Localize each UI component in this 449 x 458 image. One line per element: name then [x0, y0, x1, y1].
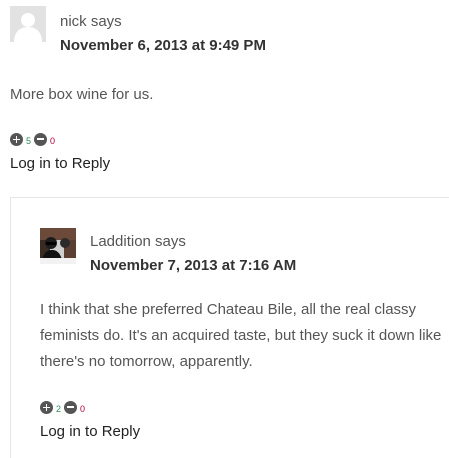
- comment-author: Laddition says: [90, 233, 186, 250]
- vote-controls: 2 0: [40, 399, 85, 415]
- avatar-photo: [40, 228, 76, 264]
- comment-text: I think that she preferred Chateau Bile,…: [40, 301, 442, 370]
- vote-up-count: 5: [26, 135, 32, 146]
- user-photo-icon: [40, 228, 76, 264]
- thumbs-down-icon[interactable]: [34, 132, 48, 146]
- thumbs-down-icon[interactable]: [64, 400, 78, 414]
- login-to-reply-link[interactable]: Log in to Reply: [10, 155, 110, 172]
- vote-down-count: 0: [50, 135, 56, 146]
- default-user-icon: [10, 6, 46, 42]
- thumbs-up-icon[interactable]: [10, 132, 23, 146]
- vote-controls: 5 0: [10, 131, 55, 147]
- vote-down-count: 0: [80, 403, 86, 414]
- avatar-default: [10, 6, 46, 42]
- thumbs-up-icon[interactable]: [40, 400, 53, 414]
- vote-up-count: 2: [56, 403, 62, 414]
- comment-author: nick says: [60, 13, 122, 30]
- login-to-reply-link[interactable]: Log in to Reply: [40, 423, 140, 440]
- comment-date[interactable]: November 6, 2013 at 9:49 PM: [60, 37, 266, 54]
- comment-text: More box wine for us.: [10, 86, 154, 103]
- comment-date[interactable]: November 7, 2013 at 7:16 AM: [90, 257, 296, 274]
